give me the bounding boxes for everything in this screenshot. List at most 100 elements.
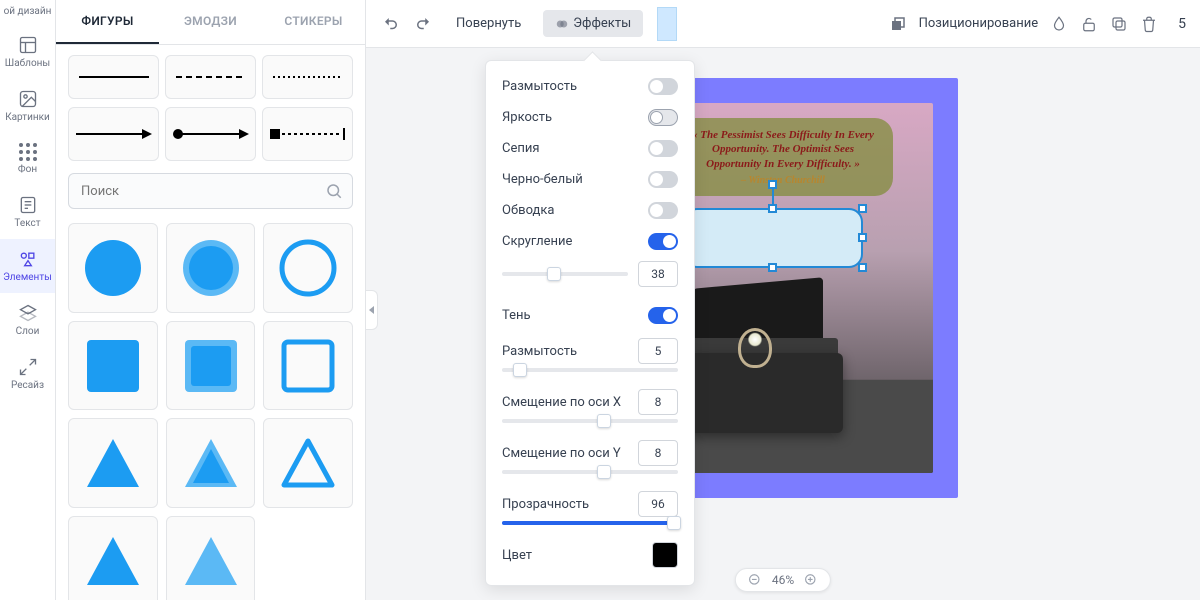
shape-circle-double[interactable] xyxy=(166,223,256,313)
sidebar-item-layers[interactable]: Слои xyxy=(0,293,55,347)
input-opacity[interactable] xyxy=(638,491,678,517)
lines-row xyxy=(68,55,353,99)
shape-circle-outline[interactable] xyxy=(263,223,353,313)
trash-icon[interactable] xyxy=(1140,15,1158,33)
sidebar-item-templates[interactable]: Шаблоны xyxy=(0,25,55,79)
fx-label-sh-y: Смещение по оси Y xyxy=(502,446,621,461)
arrow-square-dashed[interactable] xyxy=(262,107,353,161)
line-dotted[interactable] xyxy=(262,55,353,99)
shape-circle-filled[interactable] xyxy=(68,223,158,313)
zoom-value: 46% xyxy=(772,573,794,587)
slider-sh-y[interactable] xyxy=(502,470,678,474)
text-icon xyxy=(18,195,38,215)
fx-label-opacity: Прозрачность xyxy=(502,497,589,512)
rotate-button[interactable]: Повернуть xyxy=(444,10,533,37)
grid-icon xyxy=(19,143,37,161)
resize-icon xyxy=(18,357,38,377)
selected-shape[interactable] xyxy=(683,208,863,268)
toggle-brightness[interactable] xyxy=(648,109,678,126)
shape-triangle-double[interactable] xyxy=(166,418,256,508)
shape-square-outline[interactable] xyxy=(263,321,353,411)
input-sh-x[interactable] xyxy=(638,389,678,415)
fx-label-bw: Черно-белый xyxy=(502,172,583,187)
tab-stickers[interactable]: СТИКЕРЫ xyxy=(262,0,365,44)
position-button[interactable]: Позиционирование xyxy=(919,16,1039,31)
shape-extra-1[interactable] xyxy=(68,516,158,600)
sidebar-item-background[interactable]: Фон xyxy=(0,133,55,185)
slider-opacity[interactable] xyxy=(502,521,678,525)
rotate-handle[interactable] xyxy=(768,180,777,189)
input-sh-blur[interactable] xyxy=(638,338,678,364)
sidebar-item-images[interactable]: Картинки xyxy=(0,79,55,133)
unlock-icon[interactable] xyxy=(1080,15,1098,33)
toggle-shadow[interactable] xyxy=(648,307,678,324)
fx-label-shadow: Тень xyxy=(502,308,531,323)
toggle-bw[interactable] xyxy=(648,171,678,188)
count-badge: 5 xyxy=(1178,16,1186,32)
input-rounding[interactable] xyxy=(638,261,678,287)
position-icon xyxy=(889,15,907,33)
resize-handle[interactable] xyxy=(768,204,777,213)
zoom-out-icon[interactable] xyxy=(748,573,762,587)
shape-square-filled[interactable] xyxy=(68,321,158,411)
slider-rounding[interactable] xyxy=(502,272,628,276)
left-sidebar: ой дизайн Шаблоны Картинки Фон Текст Эле… xyxy=(0,0,56,600)
image-icon xyxy=(18,89,38,109)
toggle-border[interactable] xyxy=(648,202,678,219)
shape-extra-2[interactable] xyxy=(166,516,256,600)
resize-handle[interactable] xyxy=(858,233,867,242)
quote-box: « The Pessimist Sees Difficulty In Every… xyxy=(673,118,893,196)
sidebar-header: ой дизайн xyxy=(0,4,55,25)
tab-shapes[interactable]: ФИГУРЫ xyxy=(56,0,159,44)
color-swatch[interactable] xyxy=(652,542,678,568)
fx-label-blur: Размытость xyxy=(502,79,577,94)
effects-icon xyxy=(555,17,569,31)
shape-square-double[interactable] xyxy=(166,321,256,411)
arrow-simple[interactable] xyxy=(68,107,159,161)
layers-icon xyxy=(18,303,38,323)
zoom-bar: 46% xyxy=(735,568,831,592)
duplicate-icon[interactable] xyxy=(1110,15,1128,33)
templates-icon xyxy=(18,35,38,55)
arrows-row xyxy=(68,107,353,161)
fx-label-rounding: Скругление xyxy=(502,234,572,249)
redo-button[interactable] xyxy=(412,13,434,35)
fx-label-sh-blur: Размытость xyxy=(502,344,577,359)
quote-text: « The Pessimist Sees Difficulty In Every… xyxy=(685,128,881,171)
resize-handle[interactable] xyxy=(768,263,777,272)
fx-label-sh-x: Смещение по оси X xyxy=(502,395,621,410)
line-solid[interactable] xyxy=(68,55,159,99)
shape-triangle-outline[interactable] xyxy=(263,418,353,508)
sidebar-item-elements[interactable]: Элементы xyxy=(0,239,55,293)
sidebar-item-text[interactable]: Текст xyxy=(0,185,55,239)
undo-button[interactable] xyxy=(380,13,402,35)
shape-triangle-filled[interactable] xyxy=(68,418,158,508)
shapes-grid xyxy=(68,223,353,600)
selection-indicator xyxy=(657,7,677,41)
toggle-rounding[interactable] xyxy=(648,233,678,250)
fx-label-sepia: Сепия xyxy=(502,141,540,156)
sidebar-item-resize[interactable]: Ресайз xyxy=(0,347,55,401)
toggle-blur[interactable] xyxy=(648,78,678,95)
fx-label-color: Цвет xyxy=(502,548,532,563)
line-dashed[interactable] xyxy=(165,55,256,99)
elements-panel: ФИГУРЫ ЭМОДЗИ СТИКЕРЫ xyxy=(56,0,366,600)
search-icon xyxy=(325,182,343,200)
fx-label-brightness: Яркость xyxy=(502,110,552,125)
panel-collapse-handle[interactable] xyxy=(366,290,378,330)
toggle-sepia[interactable] xyxy=(648,140,678,157)
tab-emoji[interactable]: ЭМОДЗИ xyxy=(159,0,262,44)
topbar: Повернуть Эффекты Позиционирование 5 xyxy=(366,0,1200,48)
elements-icon xyxy=(18,249,38,269)
resize-handle[interactable] xyxy=(858,204,867,213)
zoom-in-icon[interactable] xyxy=(804,573,818,587)
resize-handle[interactable] xyxy=(858,263,867,272)
panel-tabs: ФИГУРЫ ЭМОДЗИ СТИКЕРЫ xyxy=(56,0,365,45)
opacity-icon[interactable] xyxy=(1050,15,1068,33)
input-sh-y[interactable] xyxy=(638,440,678,466)
effects-button[interactable]: Эффекты xyxy=(543,10,643,37)
slider-sh-x[interactable] xyxy=(502,419,678,423)
search-input[interactable] xyxy=(68,173,353,209)
slider-sh-blur[interactable] xyxy=(502,368,678,372)
arrow-dot[interactable] xyxy=(165,107,256,161)
